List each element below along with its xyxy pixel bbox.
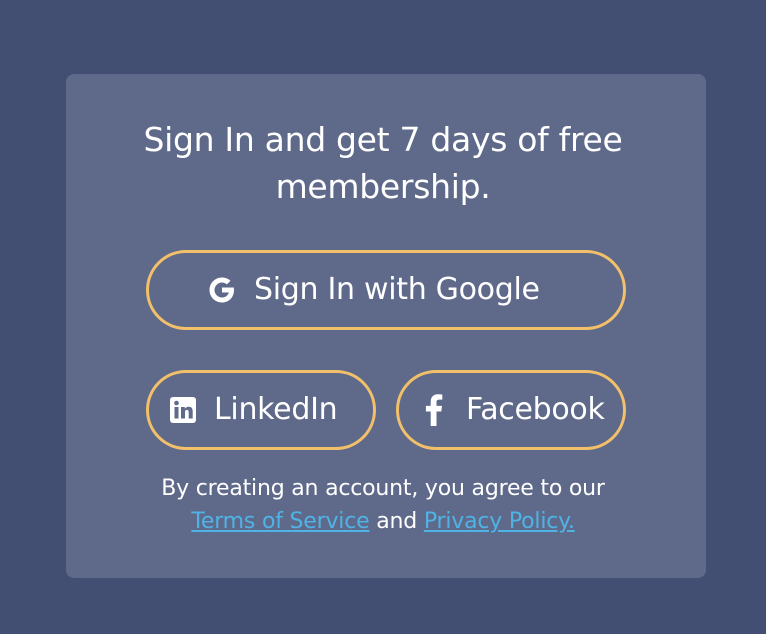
terms-of-service-link[interactable]: Terms of Service [191,509,369,534]
legal-prefix: By creating an account, you agree to our [161,476,605,501]
linkedin-signin-button[interactable]: LinkedIn [146,370,376,450]
headline-line-1: Sign In and get 7 days of free [143,120,623,159]
privacy-policy-link[interactable]: Privacy Policy. [424,509,575,534]
google-button-label: Sign In with Google [254,272,540,307]
google-signin-button[interactable]: Sign In with Google [146,250,626,330]
facebook-button-label: Facebook [466,392,605,427]
facebook-icon [425,394,443,426]
signin-headline: Sign In and get 7 days of free membershi… [0,116,766,210]
google-icon [206,274,238,306]
legal-conjunction: and [376,509,418,534]
facebook-signin-button[interactable]: Facebook [396,370,626,450]
headline-line-2: membership. [275,167,491,206]
linkedin-button-label: LinkedIn [214,392,338,427]
legal-notice: By creating an account, you agree to our… [0,472,766,538]
linkedin-icon [169,396,197,424]
